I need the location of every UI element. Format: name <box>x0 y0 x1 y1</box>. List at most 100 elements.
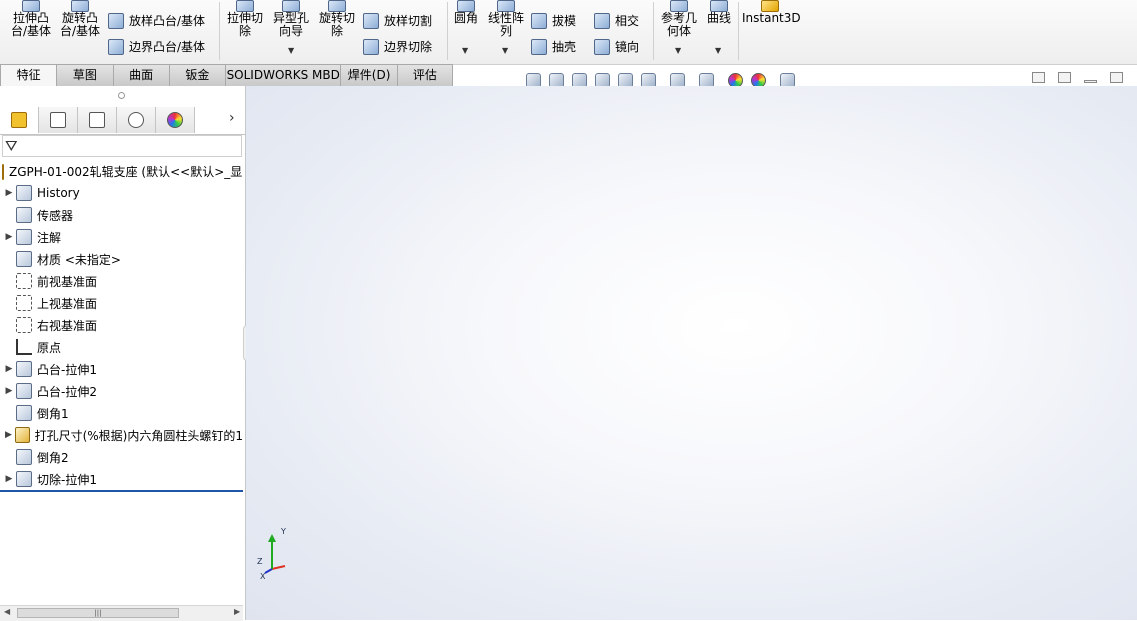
feature-tree-icon <box>11 112 27 128</box>
boundary-boss-button[interactable]: 边界凸台/基体 <box>108 39 205 55</box>
draft-button[interactable]: 拔模 <box>531 13 576 29</box>
tree-item-right-plane[interactable]: 右视基准面 <box>0 315 243 335</box>
boundary-boss-icon <box>108 39 124 55</box>
instant3d-button[interactable]: Instant3D <box>742 0 801 25</box>
expand-arrow-icon[interactable]: ▶ <box>2 188 16 198</box>
intersect-button[interactable]: 相交 <box>594 13 639 29</box>
ribbon-separator <box>447 2 448 60</box>
expand-arrow-icon[interactable]: ▶ <box>2 386 16 396</box>
expand-arrow-icon[interactable]: ▶ <box>2 474 16 484</box>
tab-sheet-metal[interactable]: 钣金 <box>168 64 226 86</box>
curves-dropdown-icon[interactable]: ▼ <box>715 44 721 57</box>
tree-item-sensors[interactable]: 传感器 <box>0 205 243 225</box>
plane-icon <box>16 295 32 311</box>
feature-manager-panel: › ⛛ ZGPH-01-002轧辊支座 (默认<<默认>_显示状态 1>) ▶ … <box>0 86 246 621</box>
panel-grip-icon[interactable] <box>118 92 125 99</box>
cut-extrude-icon <box>16 471 32 487</box>
tree-root-part[interactable]: ZGPH-01-002轧辊支座 (默认<<默认>_显示状态 1>) <box>2 163 242 180</box>
minimize-icon[interactable] <box>1084 80 1097 83</box>
tab-evaluate[interactable]: 评估 <box>396 64 453 86</box>
tab-feature-tree[interactable] <box>0 107 39 133</box>
ribbon-separator <box>738 2 739 60</box>
origin-icon <box>16 339 32 355</box>
expand-arrow-icon[interactable]: ▶ <box>2 364 16 374</box>
mirror-icon <box>594 39 610 55</box>
tile-right-icon[interactable] <box>1058 72 1071 83</box>
command-manager-ribbon: 拉伸凸 台/基体 旋转凸 台/基体 放样凸台/基体 边界凸台/基体 拉伸切 除 … <box>0 0 1137 65</box>
lofted-cut-button[interactable]: 放样切割 <box>363 13 432 29</box>
feature-manager-tabs <box>0 107 245 135</box>
reference-geometry-button[interactable]: 参考几 何体 ▼ <box>658 0 700 55</box>
revolved-cut-button[interactable]: 旋转切 除 <box>315 0 359 38</box>
feature-tree-filter[interactable]: ⛛ <box>2 135 242 157</box>
tree-item-history[interactable]: ▶ History <box>0 183 243 203</box>
expand-arrow-icon[interactable]: ▶ <box>2 430 15 440</box>
tree-item-material[interactable]: 材质 <未指定> <box>0 249 243 269</box>
lofted-cut-icon <box>363 13 379 29</box>
tree-item-chamfer2[interactable]: 倒角2 <box>0 447 243 467</box>
tab-surfaces[interactable]: 曲面 <box>112 64 170 86</box>
extruded-cut-button[interactable]: 拉伸切 除 <box>223 0 267 38</box>
tab-dimxpert-manager[interactable] <box>117 107 156 133</box>
rollback-bar[interactable] <box>0 490 243 492</box>
property-manager-icon <box>50 112 66 128</box>
sensor-icon <box>16 207 32 223</box>
restore-icon[interactable] <box>1110 72 1123 83</box>
tile-left-icon[interactable] <box>1032 72 1045 83</box>
ribbon-separator <box>219 2 220 60</box>
graphics-area[interactable]: Y Z X <box>246 86 1137 620</box>
tree-item-boss-extrude2[interactable]: ▶ 凸台-拉伸2 <box>0 381 243 401</box>
tree-item-top-plane[interactable]: 上视基准面 <box>0 293 243 313</box>
mirror-button[interactable]: 镜向 <box>594 39 639 55</box>
shell-button[interactable]: 抽壳 <box>531 39 576 55</box>
tab-weldments[interactable]: 焊件(D) <box>340 64 398 86</box>
plane-icon <box>16 317 32 333</box>
extrude-boss-button[interactable]: 拉伸凸 台/基体 <box>8 0 54 38</box>
annotation-icon <box>16 229 32 245</box>
tab-property-manager[interactable] <box>39 107 78 133</box>
fillet-dropdown-icon[interactable]: ▼ <box>462 44 468 57</box>
shell-icon <box>531 39 547 55</box>
fillet-button[interactable]: 圆角 ▼ <box>450 0 482 55</box>
hole-icon <box>14 427 30 443</box>
triad-x-label: X <box>260 572 266 581</box>
chevron-right-icon[interactable]: › <box>229 110 235 126</box>
hole-wizard-button[interactable]: 异型孔 向导 ▼ <box>268 0 314 55</box>
plane-icon <box>16 273 32 289</box>
tree-item-hole[interactable]: ▶ 打孔尺寸(%根据)内六角圆柱头螺钉的1 <box>0 425 243 445</box>
boss-extrude-icon <box>16 361 32 377</box>
expand-arrow-icon[interactable]: ▶ <box>2 232 16 242</box>
tab-mbd[interactable]: SOLIDWORKS MBD <box>225 64 342 86</box>
intersect-icon <box>594 13 610 29</box>
revolve-boss-button[interactable]: 旋转凸 台/基体 <box>57 0 103 38</box>
tree-item-annotations[interactable]: ▶ 注解 <box>0 227 243 247</box>
reference-geometry-dropdown-icon[interactable]: ▼ <box>675 44 681 57</box>
linear-pattern-button[interactable]: 线性阵 列 ▼ <box>486 0 526 55</box>
scroll-right-icon[interactable]: ▶ <box>234 607 240 616</box>
tree-item-cut-extrude1[interactable]: ▶ 切除-拉伸1 <box>0 469 243 489</box>
tab-features[interactable]: 特征 <box>0 64 58 86</box>
filter-funnel-icon: ⛛ <box>5 137 18 155</box>
tree-item-chamfer1[interactable]: 倒角1 <box>0 403 243 423</box>
chamfer-icon <box>16 449 32 465</box>
tab-configuration-manager[interactable] <box>78 107 117 133</box>
curves-button[interactable]: 曲线 ▼ <box>704 0 734 55</box>
part-model[interactable] <box>566 264 726 524</box>
tree-item-origin[interactable]: 原点 <box>0 337 243 357</box>
hole-wizard-dropdown-icon[interactable]: ▼ <box>288 44 294 57</box>
loft-boss-button[interactable]: 放样凸台/基体 <box>108 13 205 29</box>
part-icon <box>2 163 4 180</box>
scroll-left-icon[interactable]: ◀ <box>4 607 10 616</box>
history-icon <box>16 185 32 201</box>
chamfer-icon <box>16 405 32 421</box>
tab-sketch[interactable]: 草图 <box>56 64 114 86</box>
horizontal-scrollbar[interactable]: ◀ ||| ▶ <box>0 605 243 621</box>
linear-pattern-dropdown-icon[interactable]: ▼ <box>502 44 508 57</box>
tree-item-front-plane[interactable]: 前视基准面 <box>0 271 243 291</box>
scrollbar-thumb[interactable]: ||| <box>17 608 179 618</box>
crosshair-icon <box>128 112 144 128</box>
tree-item-boss-extrude1[interactable]: ▶ 凸台-拉伸1 <box>0 359 243 379</box>
boundary-cut-button[interactable]: 边界切除 <box>363 39 432 55</box>
tab-display-manager[interactable] <box>156 107 195 133</box>
command-manager-tabs: 特征 草图 曲面 钣金 SOLIDWORKS MBD 焊件(D) 评估 <box>0 64 453 87</box>
